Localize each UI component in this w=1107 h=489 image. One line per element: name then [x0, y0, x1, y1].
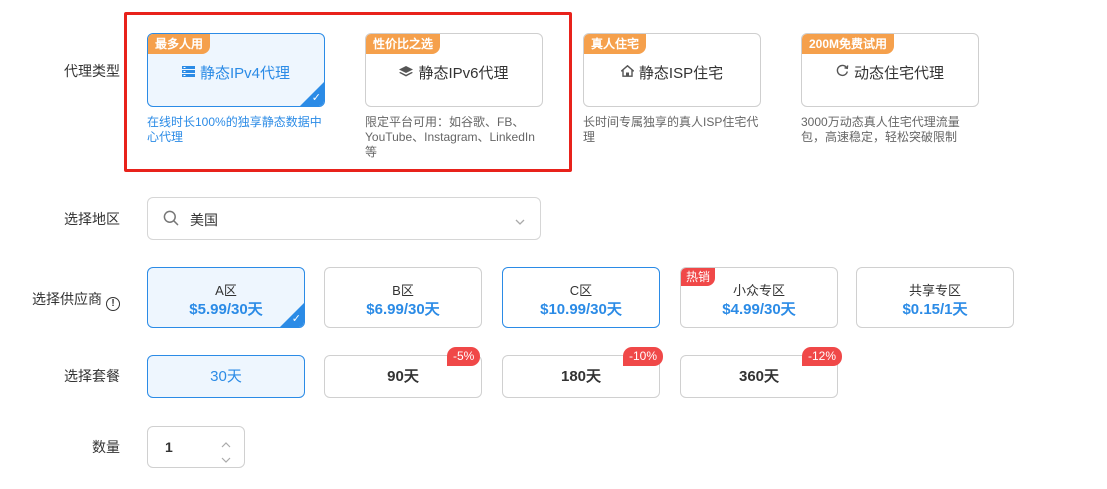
chevron-up-icon[interactable] [220, 436, 232, 448]
card-title-text: 静态IPv4代理 [199, 65, 290, 82]
server-icon [181, 66, 195, 80]
discount-badge: -12% [802, 347, 843, 366]
proxy-type-card-ipv4[interactable]: 最多人用 静态IPv4代理 ✓ [147, 33, 325, 107]
region-value: 美国 [190, 212, 218, 228]
quantity-value: 1 [165, 439, 173, 455]
proxy-type-card-isp[interactable]: 真人住宅 静态ISP住宅 [583, 33, 761, 107]
supplier-card-c[interactable]: C区 $10.99/30天 [502, 267, 660, 328]
chevron-down-icon[interactable] [220, 451, 232, 463]
card-title: 静态IPv6代理 [366, 62, 542, 83]
supplier-card-shared[interactable]: 共享专区 $0.15/1天 [856, 267, 1014, 328]
card-title: 静态ISP住宅 [584, 62, 760, 83]
chevron-down-icon [514, 214, 526, 225]
proxy-type-label: 代理类型 [64, 63, 120, 79]
proxy-type-card-ipv6[interactable]: 性价比之选 静态IPv6代理 [365, 33, 543, 107]
badge: 真人住宅 [584, 34, 647, 54]
package-label: 选择套餐 [64, 368, 120, 384]
card-title: 动态住宅代理 [802, 62, 978, 83]
check-icon: ✓ [291, 313, 301, 325]
supplier-price: $0.15/1天 [902, 301, 968, 318]
card-title: 静态IPv4代理 [148, 62, 324, 83]
proxy-type-card-dynamic[interactable]: 200M免费试用 动态住宅代理 [801, 33, 979, 107]
discount-badge: -10% [623, 347, 664, 366]
refresh-icon [836, 64, 849, 80]
badge: 最多人用 [148, 34, 211, 54]
proxy-type-desc-ipv6: 限定平台可用：如谷歌、FB、YouTube、Instagram、LinkedIn… [365, 115, 535, 159]
supplier-card-b[interactable]: B区 $6.99/30天 [324, 267, 482, 328]
supplier-price: $6.99/30天 [366, 301, 440, 318]
proxy-type-desc-ipv4: 在线时长100%的独享静态数据中心代理 [147, 115, 322, 144]
supplier-name: C区 [569, 283, 593, 298]
supplier-card-niche[interactable]: 热销 小众专区 $4.99/30天 [680, 267, 838, 328]
proxy-type-desc-dynamic: 3000万动态真人住宅代理流量包，高速稳定，轻松突破限制 [801, 115, 960, 144]
proxy-type-desc-isp: 长时间专属独享的真人ISP住宅代理 [583, 115, 759, 144]
supplier-name: 共享专区 [908, 283, 961, 298]
badge: 200M免费试用 [802, 34, 895, 54]
supplier-label: 选择供应商! [32, 289, 120, 311]
supplier-label-text: 选择供应商 [32, 291, 102, 307]
home-icon [619, 64, 636, 80]
region-select[interactable]: 美国 [147, 197, 541, 240]
layers-icon [399, 66, 414, 80]
card-title-text: 动态住宅代理 [853, 65, 944, 82]
quantity-stepper[interactable]: 1 [147, 426, 245, 468]
supplier-name: A区 [215, 283, 237, 298]
card-title-text: 静态ISP住宅 [638, 65, 724, 82]
package-30-days[interactable]: 30天 [147, 355, 305, 398]
discount-badge: -5% [447, 347, 481, 366]
info-icon[interactable]: ! [106, 297, 120, 311]
supplier-name: 小众专区 [732, 283, 785, 298]
region-label: 选择地区 [64, 211, 120, 227]
badge: 性价比之选 [366, 34, 441, 54]
supplier-price: $10.99/30天 [540, 301, 622, 318]
check-icon: ✓ [311, 92, 321, 104]
card-title-text: 静态IPv6代理 [418, 65, 509, 82]
supplier-name: B区 [392, 283, 414, 298]
quantity-label: 数量 [92, 439, 120, 455]
search-icon [163, 210, 179, 226]
supplier-price: $4.99/30天 [722, 301, 796, 318]
supplier-card-a[interactable]: A区 $5.99/30天 ✓ [147, 267, 305, 328]
